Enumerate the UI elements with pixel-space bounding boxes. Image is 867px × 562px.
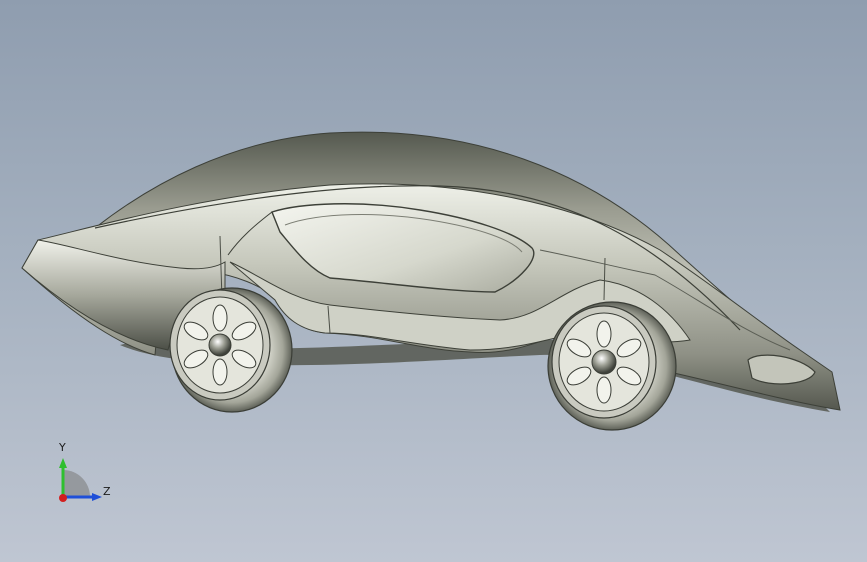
car-model-3d[interactable] — [0, 0, 867, 562]
cad-graphics-viewport[interactable]: Y Z — [0, 0, 867, 562]
y-axis-label: Y — [59, 441, 66, 454]
z-axis-label: Z — [103, 485, 111, 498]
axis-triad: Y Z — [48, 440, 118, 510]
rear-wheel — [547, 301, 677, 431]
front-wheel — [169, 287, 293, 413]
